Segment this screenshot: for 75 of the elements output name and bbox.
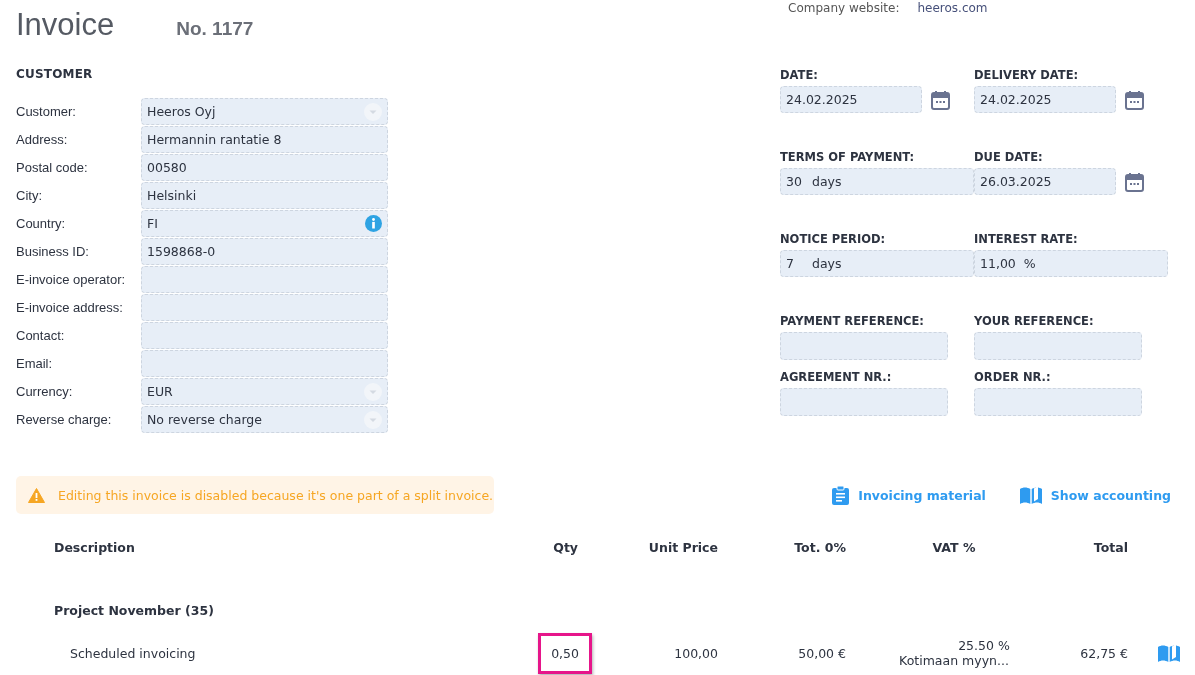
field-label: Reverse charge: — [16, 412, 113, 427]
field-label: INTEREST RATE: — [974, 232, 1079, 248]
field-label: City: — [16, 188, 43, 203]
input-field[interactable]: 00580 — [141, 154, 388, 181]
column-header: Tot. 0% — [793, 539, 846, 555]
column-header: Description — [53, 539, 136, 555]
field-label: Contact: — [16, 328, 66, 343]
field-label: DELIVERY DATE: — [974, 68, 1080, 84]
column-header: Total — [1092, 539, 1128, 555]
calendar-icon[interactable] — [1125, 171, 1144, 192]
warning-icon — [28, 487, 45, 503]
field-label: E-invoice address: — [16, 300, 124, 315]
dropdown-caret-icon — [364, 102, 382, 121]
field-label: Currency: — [16, 384, 74, 399]
input-field[interactable]: 1598868-0 — [141, 238, 388, 265]
field-label: AGREEMENT NR.: — [780, 370, 893, 386]
table-cell: 0,50 — [538, 632, 592, 674]
input-field[interactable]: Helsinki — [141, 182, 388, 209]
field-label: ORDER NR.: — [974, 370, 1052, 386]
dropdown-field[interactable]: No reverse charge — [141, 406, 388, 433]
invoice-number: No. 1177 — [176, 18, 254, 40]
column-header: VAT % — [931, 539, 977, 555]
website-value: heeros.com — [917, 0, 988, 16]
column-header: Unit Price — [647, 539, 718, 555]
calendar-icon[interactable] — [931, 89, 950, 110]
input-field[interactable] — [780, 388, 948, 416]
dropdown-caret-icon — [364, 410, 382, 429]
input-field[interactable] — [141, 294, 388, 321]
column-header: Qty — [552, 539, 579, 555]
table-cell-text: 50,00 € — [797, 645, 846, 661]
date-field[interactable]: 24.02.2025 — [974, 86, 1116, 113]
info-icon[interactable] — [365, 215, 382, 232]
open-book-icon[interactable] — [1158, 644, 1180, 662]
input-field[interactable]: 7 days — [780, 250, 974, 277]
input-field[interactable] — [141, 350, 388, 377]
dropdown-field[interactable]: EUR — [141, 378, 388, 405]
table-cell-text: Scheduled invoicing — [69, 645, 197, 661]
table-cell: Kotimaan myyn... — [899, 653, 1009, 668]
field-label: DUE DATE: — [974, 150, 1044, 166]
table-cell-text: 25.50 % — [957, 638, 1010, 653]
table-cell-text: 100,00 — [673, 645, 718, 661]
input-field[interactable]: FI — [141, 210, 388, 237]
invoice-title: Invoice — [16, 6, 115, 44]
date-field[interactable]: 26.03.2025 — [974, 168, 1116, 195]
input-field[interactable] — [780, 332, 948, 360]
input-field[interactable]: 30 days — [780, 168, 974, 195]
input-field[interactable]: Hermannin rantatie 8 — [141, 126, 388, 153]
input-field[interactable] — [974, 332, 1142, 360]
input-field[interactable]: 11,00 % — [974, 250, 1168, 277]
group-title: Project November (35) — [54, 603, 214, 618]
input-field[interactable] — [141, 266, 388, 293]
field-label: Postal code: — [16, 160, 89, 175]
field-label: Email: — [16, 356, 54, 371]
dropdown-field[interactable]: Heeros Oyj — [141, 98, 388, 125]
field-label: Country: — [16, 216, 67, 231]
date-field[interactable]: 24.02.2025 — [780, 86, 922, 113]
field-label: E-invoice operator: — [16, 272, 127, 287]
dropdown-caret-icon — [364, 382, 382, 401]
section-heading: CUSTOMER — [16, 67, 94, 81]
input-field[interactable] — [141, 322, 388, 349]
website-label: Company website: — [788, 0, 900, 16]
input-field[interactable] — [974, 388, 1142, 416]
warning-text: Editing this invoice is disabled because it's one part of a split invoice. — [58, 487, 494, 503]
field-label: NOTICE PERIOD: — [780, 232, 887, 248]
clipboard-icon — [832, 485, 850, 505]
field-label: PAYMENT REFERENCE: — [780, 314, 925, 330]
field-label: YOUR REFERENCE: — [974, 314, 1095, 330]
table-cell-text: 62,75 € — [1079, 645, 1128, 661]
calendar-icon[interactable] — [1125, 89, 1144, 110]
field-label: Business ID: — [16, 244, 90, 259]
field-label: TERMS OF PAYMENT: — [780, 150, 916, 166]
field-label: DATE: — [780, 68, 819, 84]
field-label: Customer: — [16, 104, 77, 119]
field-label: Address: — [16, 132, 69, 147]
open-book-icon — [1019, 486, 1042, 504]
